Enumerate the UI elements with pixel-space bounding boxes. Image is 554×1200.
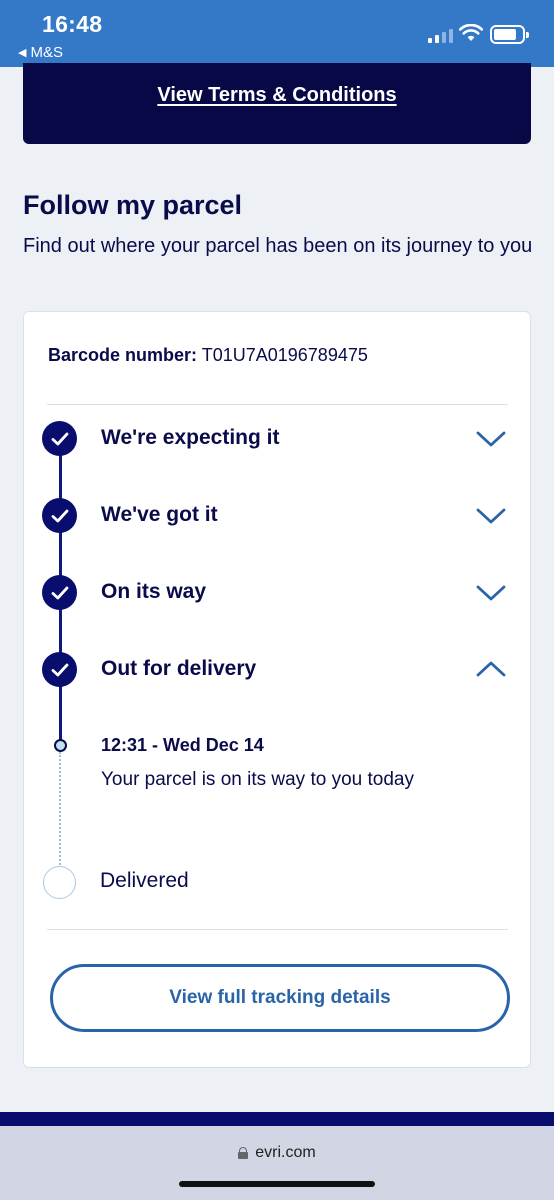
back-to-app-button[interactable]: ◀ M&S xyxy=(18,44,63,61)
pending-circle-icon xyxy=(43,866,76,899)
browser-bottom-bar: evri.com xyxy=(0,1126,554,1200)
chevron-down-icon[interactable] xyxy=(475,507,507,525)
event-description: Your parcel is on its way to you today xyxy=(101,769,414,790)
footer-stripe xyxy=(0,1112,554,1126)
barcode-label: Barcode number: xyxy=(48,345,198,365)
chevron-down-icon[interactable] xyxy=(475,430,507,448)
status-time: 16:48 xyxy=(42,11,103,37)
check-circle-icon xyxy=(42,498,77,533)
chevron-up-icon[interactable] xyxy=(475,660,507,678)
barcode-row: Barcode number: T01U7A0196789475 xyxy=(48,345,368,366)
home-indicator[interactable] xyxy=(179,1181,375,1187)
timeline-dotted-line xyxy=(59,752,61,868)
view-terms-link[interactable]: View Terms & Conditions xyxy=(23,84,531,107)
tracking-card: Barcode number: T01U7A0196789475 We're e… xyxy=(23,311,531,1068)
back-triangle-icon: ◀ xyxy=(18,47,27,59)
address-bar[interactable]: evri.com xyxy=(0,1144,554,1162)
view-full-tracking-button[interactable]: View full tracking details xyxy=(50,964,510,1032)
divider xyxy=(47,929,508,930)
step-label: On its way xyxy=(101,580,207,603)
check-circle-icon xyxy=(42,652,77,687)
barcode-value: T01U7A0196789475 xyxy=(201,345,368,365)
event-dot-icon xyxy=(54,739,67,752)
divider xyxy=(47,404,508,405)
battery-icon xyxy=(490,25,529,44)
section-title: Follow my parcel xyxy=(23,190,243,220)
check-circle-icon xyxy=(42,575,77,610)
check-circle-icon xyxy=(42,421,77,456)
event-time: 12:31 - Wed Dec 14 xyxy=(101,735,264,755)
step-label: Out for delivery xyxy=(101,657,257,680)
cellular-signal-icon xyxy=(428,27,453,43)
section-subtitle: Find out where your parcel has been on i… xyxy=(23,235,533,257)
step-label: We're expecting it xyxy=(101,426,280,449)
terms-banner: View Terms & Conditions xyxy=(23,63,531,144)
chevron-down-icon[interactable] xyxy=(475,584,507,602)
wifi-icon xyxy=(459,24,483,41)
step-delivered-label: Delivered xyxy=(100,869,189,892)
url-text: evri.com xyxy=(255,1144,316,1161)
back-app-label: M&S xyxy=(30,44,63,61)
status-bar: 16:48 ◀ M&S xyxy=(0,0,554,67)
step-label: We've got it xyxy=(101,503,218,526)
lock-icon xyxy=(238,1147,249,1159)
